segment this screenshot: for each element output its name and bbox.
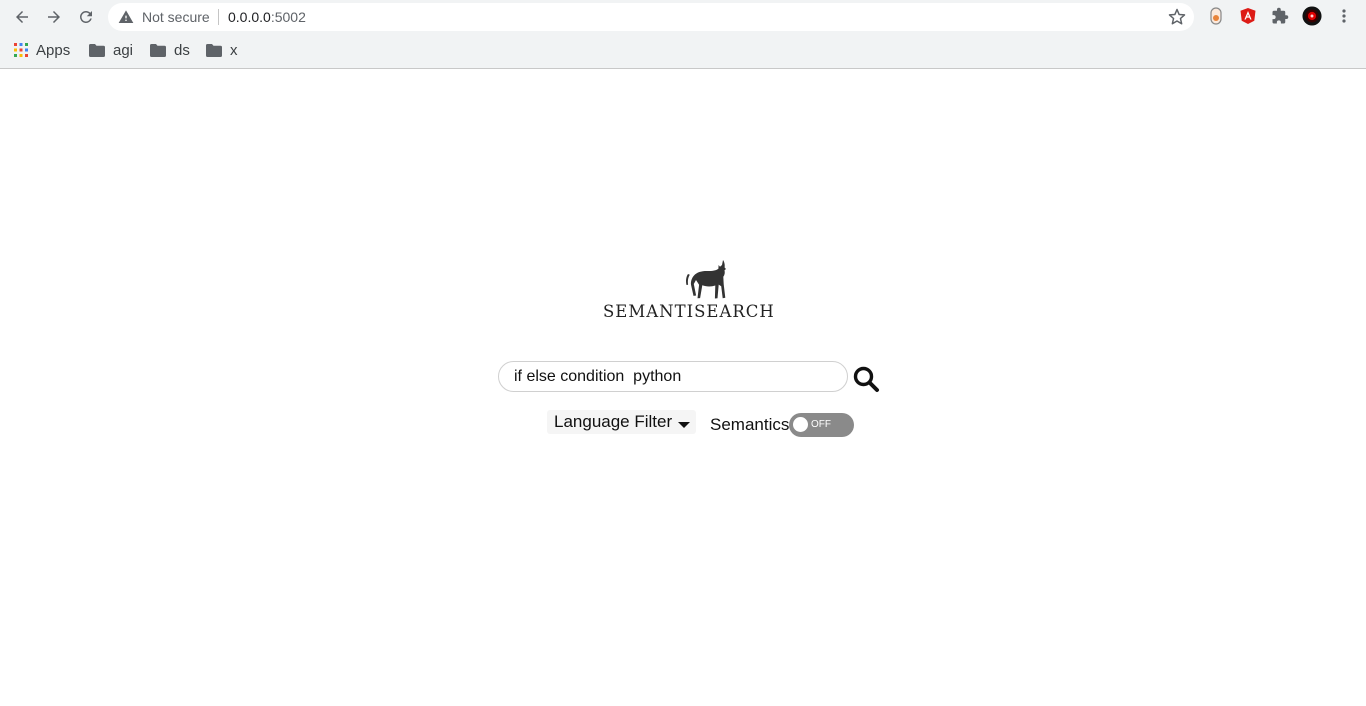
logo-text: SEMANTISEARCH bbox=[603, 302, 775, 321]
bookmark-label: agi bbox=[113, 41, 134, 59]
search-input[interactable] bbox=[514, 367, 834, 387]
url-host: 0.0.0.0 bbox=[228, 9, 271, 25]
url-port: :5002 bbox=[270, 9, 306, 25]
bookmark-folder-x[interactable]: x bbox=[206, 39, 238, 61]
toggle-state-label: OFF bbox=[811, 419, 831, 430]
bookmark-label: ds bbox=[174, 41, 190, 59]
address-bar[interactable]: Not secure 0.0.0.0:5002 bbox=[108, 3, 1194, 31]
arrow-left-icon bbox=[16, 11, 28, 23]
browser-chrome: Not secure 0.0.0.0:5002 Apps agi ds x bbox=[0, 0, 1366, 69]
caret-down-icon bbox=[678, 422, 691, 428]
toggle-knob bbox=[793, 417, 808, 432]
search-box[interactable] bbox=[498, 361, 848, 392]
language-filter-label: Language Filter bbox=[554, 412, 673, 431]
reload-button[interactable] bbox=[73, 4, 99, 30]
bookmark-folder-agi[interactable]: agi bbox=[89, 39, 133, 61]
bookmark-label: x bbox=[230, 41, 238, 59]
bookmark-star-icon[interactable] bbox=[1168, 8, 1186, 26]
security-status[interactable]: Not secure bbox=[142, 9, 210, 25]
bookmark-folder-ds[interactable]: ds bbox=[150, 39, 190, 61]
cat-logo-icon bbox=[686, 260, 726, 299]
forward-button[interactable] bbox=[41, 4, 67, 30]
reload-icon bbox=[79, 10, 92, 23]
apps-grid-icon bbox=[14, 43, 28, 57]
back-button[interactable] bbox=[9, 4, 35, 30]
semantics-toggle[interactable]: OFF bbox=[789, 413, 854, 437]
browser-menu-icon[interactable] bbox=[1334, 6, 1354, 26]
folder-icon bbox=[206, 43, 222, 57]
bookmarks-bar: Apps agi ds x bbox=[0, 36, 1366, 64]
arrow-right-icon bbox=[48, 11, 60, 23]
folder-icon bbox=[89, 43, 105, 57]
semantics-label: Semantics bbox=[710, 415, 790, 434]
site-logo: SEMANTISEARCH bbox=[603, 258, 775, 322]
warning-icon bbox=[118, 10, 134, 23]
bookmark-label: Apps bbox=[36, 41, 71, 59]
extensions-puzzle-icon[interactable] bbox=[1270, 6, 1290, 26]
language-filter-dropdown[interactable]: Language Filter bbox=[547, 410, 697, 434]
extension-1-icon[interactable] bbox=[1206, 6, 1226, 26]
angular-extension-icon[interactable] bbox=[1238, 6, 1258, 26]
url-text[interactable]: 0.0.0.0:5002 bbox=[228, 9, 306, 25]
profile-avatar[interactable] bbox=[1302, 6, 1322, 26]
folder-icon bbox=[150, 43, 166, 57]
address-separator bbox=[218, 9, 219, 25]
search-icon[interactable] bbox=[852, 365, 880, 393]
bookmark-apps[interactable]: Apps bbox=[14, 39, 70, 61]
